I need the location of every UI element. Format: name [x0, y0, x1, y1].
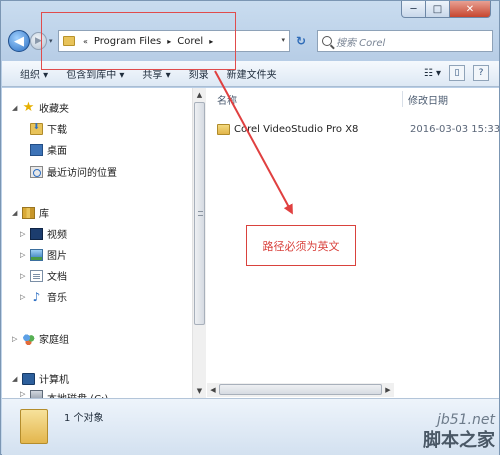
sidebar-item-local-disk-c[interactable]: ▷ 本地磁盘 (C:)	[20, 390, 108, 398]
scrollbar-thumb[interactable]	[194, 102, 205, 325]
site-watermark: jb51.net 脚本之家	[423, 412, 495, 452]
video-library-icon	[30, 227, 43, 240]
sidebar-item-label: 收藏夹	[39, 104, 69, 115]
sidebar-item-label: 库	[39, 209, 49, 220]
annotation-note-text: 路径必须为英文	[262, 239, 340, 253]
navigation-pane: ◢ ★ 收藏夹 下载 桌面 最近访问的位置 ◢ 库 ▷	[2, 88, 192, 398]
file-row[interactable]: Corel VideoStudio Pro X8 2016-03-03 15:3…	[217, 120, 500, 138]
refresh-button[interactable]: ↻	[293, 33, 309, 49]
sidebar-item-label: 最近访问的位置	[47, 168, 117, 179]
sidebar-item-label: 文档	[47, 272, 67, 283]
refresh-icon: ↻	[295, 34, 307, 48]
sidebar-item-label: 本地磁盘 (C:)	[47, 390, 108, 398]
folder-icon	[217, 123, 230, 135]
sidebar-item-label: 音乐	[47, 293, 67, 304]
column-header-label: 名称	[217, 95, 237, 107]
sidebar-item-label: 图片	[47, 251, 67, 262]
sidebar-item-homegroup[interactable]: ▷ 家庭组	[12, 331, 69, 346]
computer-icon	[22, 372, 35, 385]
change-view-icon[interactable]: ☷ ▾	[424, 68, 441, 79]
sidebar-item-downloads[interactable]: 下载	[30, 121, 67, 136]
large-folder-icon	[20, 409, 48, 444]
sidebar-item-desktop[interactable]: 桌面	[30, 142, 67, 157]
sidebar-item-label: 桌面	[47, 146, 67, 157]
search-input[interactable]: 搜索 Corel	[336, 34, 385, 49]
collapsed-arrow-icon[interactable]: ▷	[20, 293, 28, 301]
desktop-icon	[30, 143, 43, 156]
scroll-right-icon[interactable]: ▶	[382, 383, 394, 397]
pictures-library-icon	[30, 248, 43, 261]
annotation-note: 路径必须为英文	[246, 225, 356, 266]
sidebar-item-pictures[interactable]: ▷ 图片	[20, 247, 67, 262]
expanded-arrow-icon[interactable]: ◢	[12, 104, 20, 112]
minimize-button[interactable]: ─	[401, 1, 426, 18]
file-name: Corel VideoStudio Pro X8	[234, 123, 359, 135]
maximize-icon: □	[432, 3, 443, 15]
explorer-window: ─ □ ✕ ◀ ▶ ▾ « Program Files ▸ Corel ▸ ▾ …	[0, 0, 500, 455]
column-header-label: 修改日期	[408, 95, 448, 107]
star-icon: ★	[22, 99, 35, 115]
collapsed-arrow-icon[interactable]: ▷	[20, 272, 28, 280]
maximize-button[interactable]: □	[425, 1, 450, 18]
downloads-folder-icon	[30, 122, 43, 135]
collapsed-arrow-icon[interactable]: ▷	[20, 251, 28, 259]
scroll-left-icon[interactable]: ◀	[207, 383, 219, 397]
scroll-up-icon[interactable]: ▲	[193, 88, 206, 102]
sidebar-item-label: 视频	[47, 230, 67, 241]
caption-buttons: ─ □ ✕	[401, 1, 491, 19]
music-note-icon: ♪	[32, 289, 41, 304]
scrollbar-thumb[interactable]	[219, 384, 382, 395]
scrollbar-grip	[198, 211, 203, 216]
column-header-name[interactable]: 名称	[217, 88, 237, 110]
scroll-down-icon[interactable]: ▼	[193, 384, 206, 398]
watermark-name: 脚本之家	[423, 430, 495, 451]
highlight-rectangle	[41, 12, 236, 70]
sidebar-item-libraries[interactable]: ◢ 库	[12, 205, 49, 220]
documents-library-icon	[30, 269, 43, 282]
file-list-hscrollbar[interactable]: ◀ ▶	[207, 383, 394, 397]
hard-disk-icon	[30, 390, 43, 398]
back-arrow-icon: ◀	[14, 33, 24, 49]
homegroup-icon	[22, 332, 35, 345]
item-count: 1 个对象	[64, 413, 104, 424]
sidebar-item-music[interactable]: ▷ ♪ 音乐	[20, 289, 67, 305]
collapsed-arrow-icon[interactable]: ▷	[20, 230, 28, 238]
file-date-modified: 2016-03-03 15:33	[410, 123, 500, 135]
sidebar-item-label: 下载	[47, 125, 67, 136]
recent-places-icon	[30, 165, 43, 178]
library-icon	[22, 206, 35, 219]
collapsed-arrow-icon[interactable]: ▷	[12, 335, 20, 343]
close-icon: ✕	[465, 3, 475, 15]
sidebar-item-documents[interactable]: ▷ 文档	[20, 268, 67, 283]
preview-pane-icon[interactable]: ▯	[449, 65, 465, 81]
sidebar-item-recent-places[interactable]: 最近访问的位置	[30, 164, 117, 179]
sidebar-item-computer[interactable]: ◢ 计算机	[12, 371, 69, 386]
navigation-pane-scrollbar[interactable]: ▲ ▼	[192, 88, 206, 398]
back-button[interactable]: ◀	[8, 30, 30, 52]
help-icon[interactable]: ?	[473, 65, 489, 81]
close-button[interactable]: ✕	[449, 1, 491, 18]
sidebar-item-label: 计算机	[39, 375, 69, 386]
sidebar-item-favorites[interactable]: ◢ ★ 收藏夹	[12, 99, 69, 116]
column-header-date-modified[interactable]: 修改日期	[408, 88, 448, 110]
sidebar-item-label: 家庭组	[39, 335, 69, 346]
search-box[interactable]: 搜索 Corel	[317, 30, 493, 52]
column-divider[interactable]	[402, 91, 403, 107]
expanded-arrow-icon[interactable]: ◢	[12, 209, 20, 217]
collapsed-arrow-icon[interactable]: ▷	[20, 390, 28, 398]
minimize-icon: ─	[410, 3, 417, 15]
address-dropdown-icon[interactable]: ▾	[281, 36, 285, 44]
sidebar-item-videos[interactable]: ▷ 视频	[20, 226, 67, 241]
expanded-arrow-icon[interactable]: ◢	[12, 375, 20, 383]
search-icon	[322, 36, 332, 46]
